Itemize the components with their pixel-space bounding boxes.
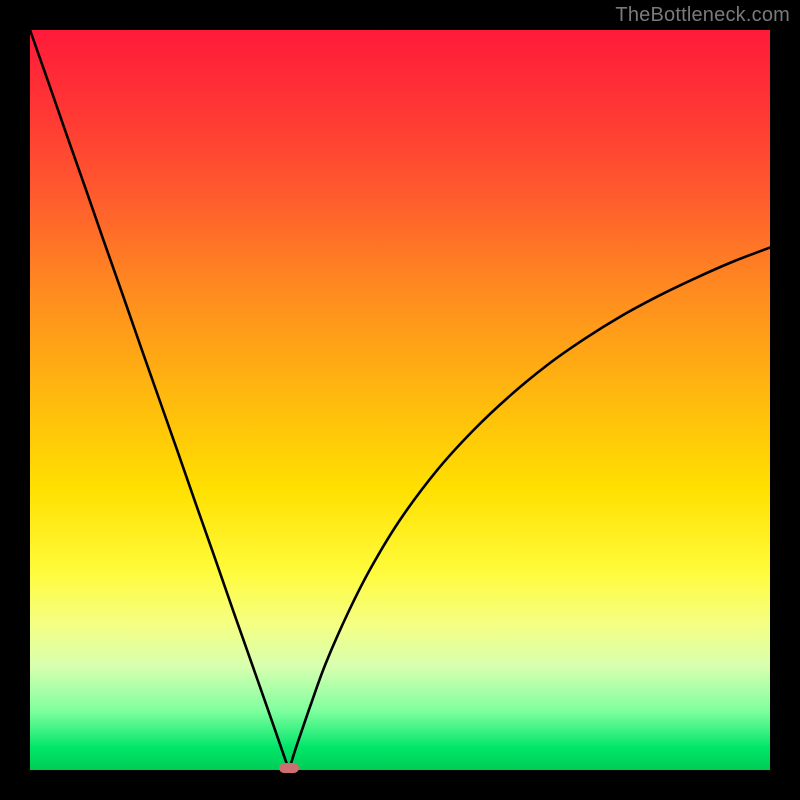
curve-svg	[30, 30, 770, 770]
optimum-marker	[279, 763, 299, 773]
plot-area	[30, 30, 770, 770]
chart-stage: TheBottleneck.com	[0, 0, 800, 800]
watermark-label: TheBottleneck.com	[615, 4, 790, 27]
bottleneck-curve	[30, 30, 770, 770]
